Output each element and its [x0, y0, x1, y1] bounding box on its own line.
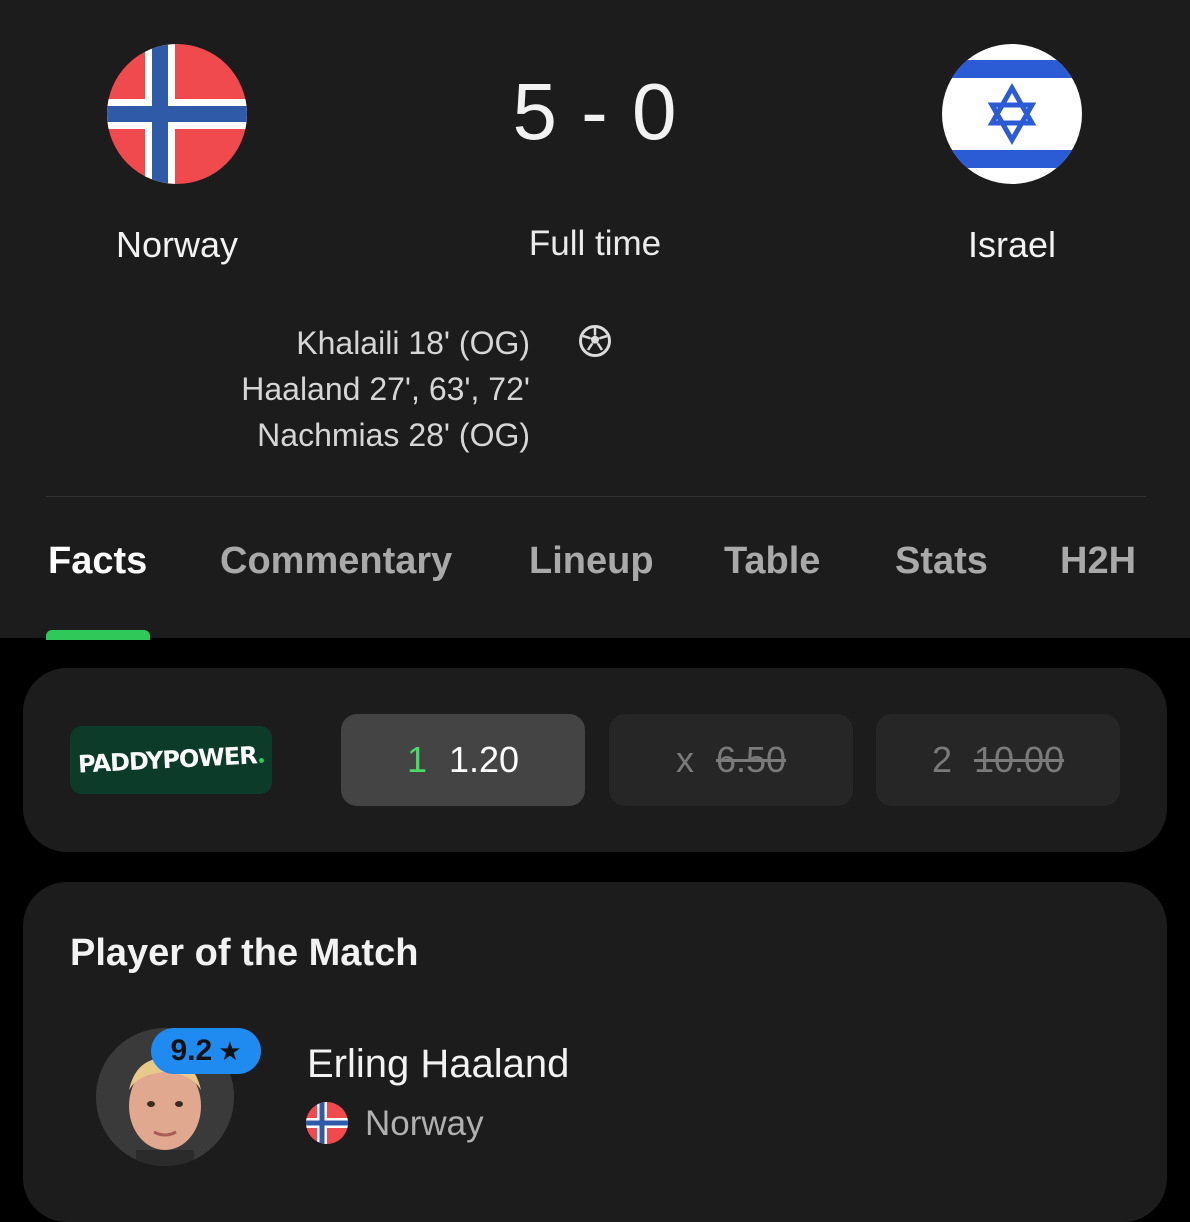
player-of-match-card: Player of the Match 9.2 ★ Erling Haaland… — [23, 882, 1167, 1222]
away-team[interactable]: Israel — [882, 44, 1142, 265]
goal-scorer: Khalaili 18' (OG) — [296, 325, 530, 361]
player-rating-badge: 9.2 ★ — [151, 1028, 261, 1074]
goal-scorer: Haaland 27', 63', 72' — [241, 371, 530, 407]
match-tabs: Facts Commentary Lineup Table Stats H2H — [0, 540, 1190, 600]
player-of-match-title: Player of the Match — [70, 932, 419, 974]
odds-card: PADDYPOWER 1 1.20 x 6.50 2 10.00 — [23, 668, 1167, 852]
match-header: Norway 5 - 0 Full time Israel Khalaili 1… — [0, 0, 1190, 640]
home-goal-scorers: Khalaili 18' (OG) Haaland 27', 63', 72' … — [100, 320, 530, 458]
odds-away-label: 2 — [931, 739, 952, 780]
odds-away-value: 10.00 — [973, 739, 1065, 780]
tab-facts[interactable]: Facts — [48, 540, 147, 583]
header-divider — [46, 496, 1146, 497]
odds-draw-button[interactable]: x 6.50 — [609, 714, 853, 806]
norway-flag-icon — [107, 44, 247, 184]
tab-stats[interactable]: Stats — [895, 540, 988, 583]
home-team[interactable]: Norway — [47, 44, 307, 265]
match-score: 5 - 0 — [512, 67, 678, 156]
away-team-name: Israel — [967, 224, 1057, 265]
odds-draw-value: 6.50 — [715, 739, 787, 780]
star-icon: ★ — [218, 1035, 242, 1066]
player-team-name: Norway — [365, 1104, 484, 1143]
tab-h2h[interactable]: H2H — [1060, 540, 1136, 583]
active-tab-indicator — [46, 630, 150, 640]
goal-scorer: Nachmias 28' (OG) — [257, 417, 530, 453]
player-name[interactable]: Erling Haaland — [307, 1042, 569, 1087]
tab-table[interactable]: Table — [724, 540, 820, 583]
bookmaker-logo[interactable]: PADDYPOWER — [70, 726, 272, 794]
match-status: Full time — [528, 224, 662, 263]
odds-draw-label: x — [675, 739, 694, 780]
bookmaker-name: PADDYPOWER — [77, 741, 258, 779]
israel-flag-icon — [942, 44, 1082, 184]
player-rating: 9.2 — [170, 1034, 213, 1067]
odds-home-button[interactable]: 1 1.20 — [341, 714, 585, 806]
home-team-name: Norway — [115, 224, 239, 265]
odds-home-value: 1.20 — [448, 739, 520, 780]
tab-commentary[interactable]: Commentary — [220, 540, 452, 583]
tab-lineup[interactable]: Lineup — [529, 540, 654, 583]
norway-flag-icon — [306, 1102, 348, 1144]
odds-home-label: 1 — [406, 739, 427, 780]
bookmaker-logo-dot — [258, 757, 264, 763]
soccer-ball-icon — [579, 325, 611, 357]
odds-away-button[interactable]: 2 10.00 — [876, 714, 1120, 806]
